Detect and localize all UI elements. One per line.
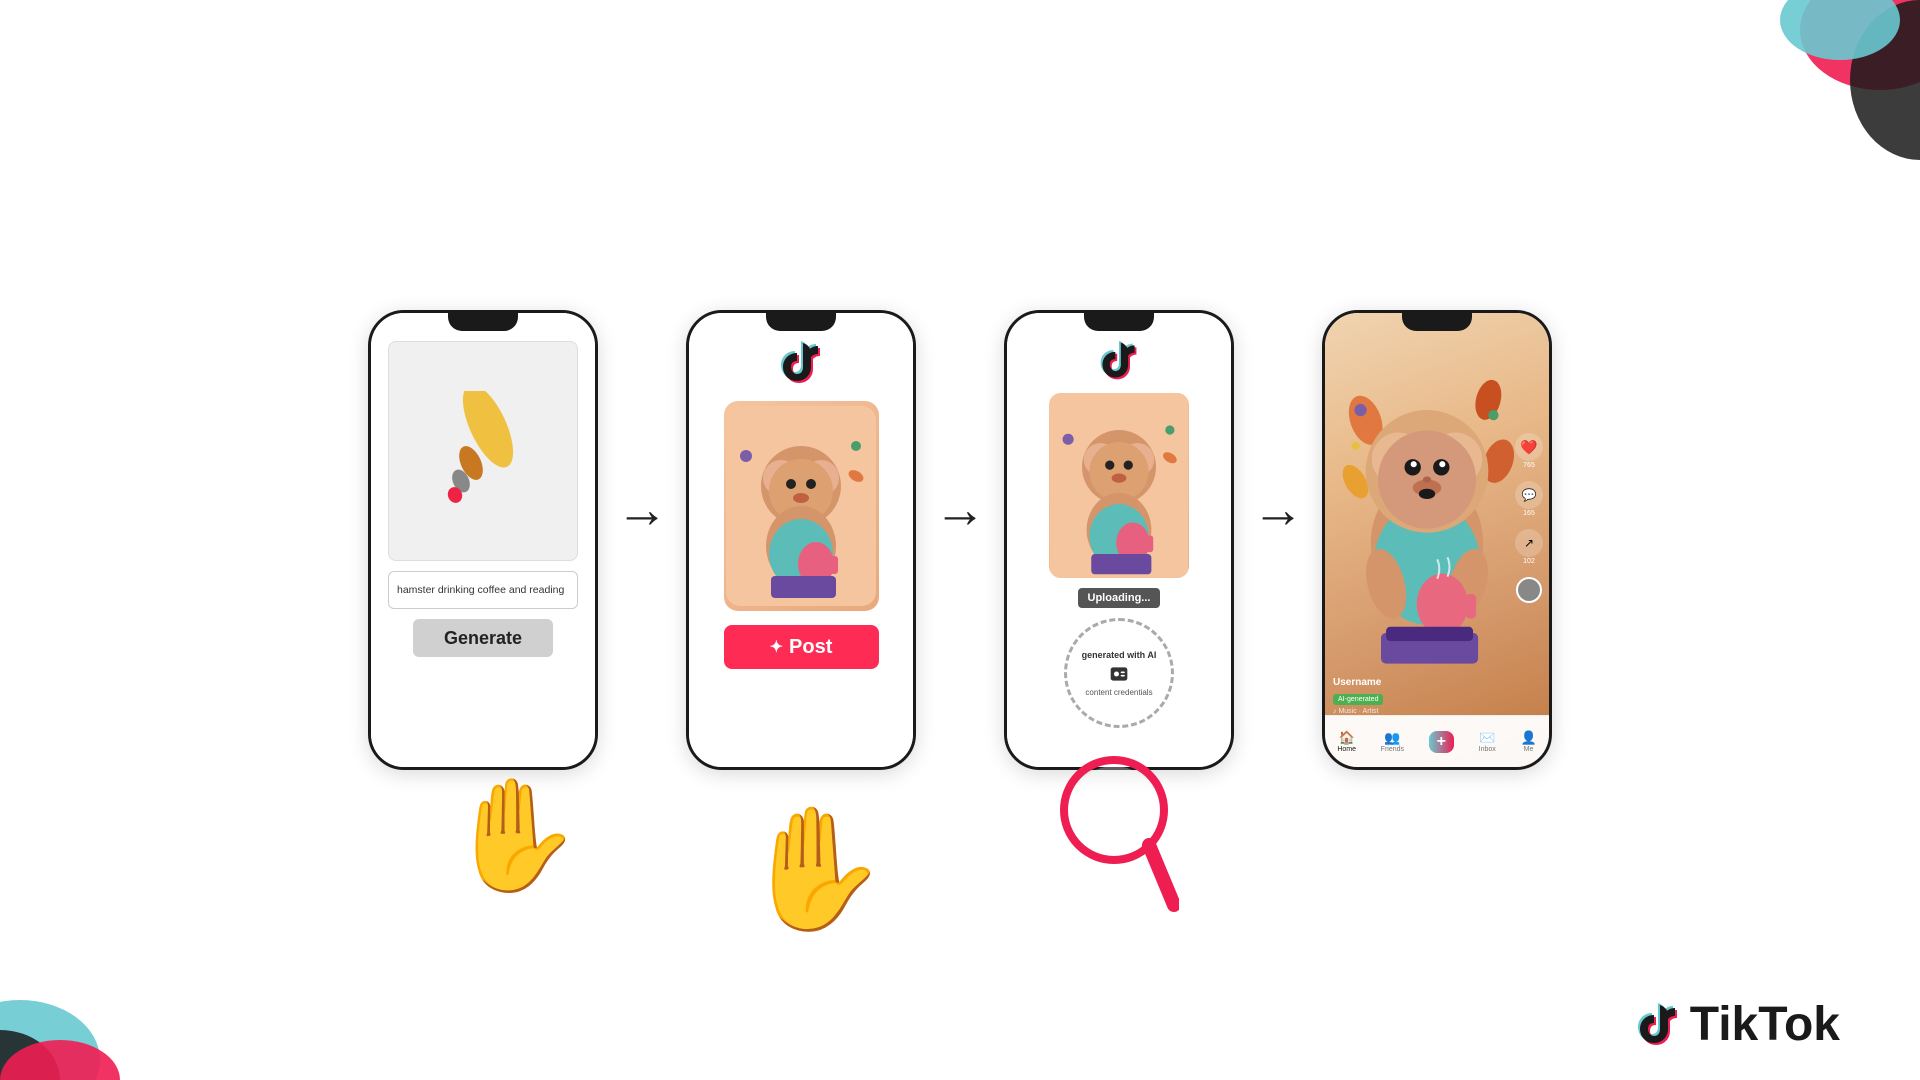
hamster-illustration-3 bbox=[1049, 393, 1189, 578]
phone-1: hamster drinking coffee and reading Gene… bbox=[368, 310, 598, 770]
tiktok-brand: TikTok bbox=[1634, 997, 1840, 1052]
hamster-full-image bbox=[1335, 333, 1519, 712]
phone-4: ❤️ 765 💬 165 ↗ 102 Username bbox=[1322, 310, 1552, 770]
step-1-wrapper: hamster drinking coffee and reading Gene… bbox=[368, 310, 598, 770]
uploading-badge: Uploading... bbox=[1078, 588, 1161, 608]
tiktok-logo-2 bbox=[777, 339, 825, 387]
phone-2: ✦ Post bbox=[686, 310, 916, 770]
ai-generated-tag: AI-generated bbox=[1333, 694, 1383, 705]
hamster-illustration-2 bbox=[726, 406, 876, 606]
tiktok-brand-text: TikTok bbox=[1690, 997, 1840, 1052]
nav-inbox[interactable]: ✉️ Inbox bbox=[1479, 730, 1496, 753]
hamster-image-3 bbox=[1049, 393, 1189, 578]
prompt-input[interactable]: hamster drinking coffee and reading bbox=[388, 571, 578, 609]
step-2-wrapper: ✦ Post ✋ bbox=[686, 310, 916, 770]
phone-3: Uploading... generated with AI content c… bbox=[1004, 310, 1234, 770]
paintbrush-icon bbox=[433, 391, 533, 511]
post-button[interactable]: ✦ Post bbox=[724, 625, 879, 669]
bottom-nav: 🏠 Home 👥 Friends + ✉️ Inbox 👤 Me bbox=[1325, 715, 1549, 767]
step-3-wrapper: Uploading... generated with AI content c… bbox=[1004, 310, 1234, 770]
avatar-circle bbox=[1516, 577, 1542, 603]
nav-me[interactable]: 👤 Me bbox=[1520, 730, 1536, 753]
video-info: Username AI-generated ♪ Music · Artist bbox=[1333, 677, 1509, 715]
arrow-2: → bbox=[934, 480, 986, 540]
step-4-wrapper: ❤️ 765 💬 165 ↗ 102 Username bbox=[1322, 310, 1552, 770]
generate-button[interactable]: Generate bbox=[413, 619, 553, 657]
content-credentials-icon bbox=[1109, 664, 1129, 684]
prompt-text: hamster drinking coffee and reading bbox=[397, 584, 564, 596]
hamster-image-2 bbox=[724, 401, 879, 611]
music-label: ♪ Music · Artist bbox=[1333, 708, 1509, 715]
bottom-left-decoration bbox=[0, 900, 220, 1080]
tiktok-logo-3 bbox=[1097, 339, 1141, 383]
ai-canvas bbox=[388, 341, 578, 561]
magnifying-glass bbox=[1059, 755, 1179, 920]
hamster-large bbox=[1335, 333, 1519, 712]
nav-home[interactable]: 🏠 Home bbox=[1337, 730, 1356, 753]
main-content: hamster drinking coffee and reading Gene… bbox=[0, 0, 1920, 1080]
arrow-1: → bbox=[616, 480, 668, 540]
username-label: Username bbox=[1333, 677, 1509, 688]
top-right-decoration bbox=[1680, 0, 1920, 200]
hand-1: ✋ bbox=[446, 771, 583, 900]
share-action[interactable]: ↗ 102 bbox=[1515, 529, 1543, 565]
nav-plus[interactable]: + bbox=[1429, 731, 1454, 753]
comment-action[interactable]: 💬 165 bbox=[1515, 481, 1543, 517]
nav-friends[interactable]: 👥 Friends bbox=[1381, 730, 1404, 753]
hand-2: ✋ bbox=[740, 800, 889, 940]
like-action[interactable]: ❤️ 765 bbox=[1515, 433, 1543, 469]
tiktok-brand-icon bbox=[1634, 1001, 1682, 1049]
arrow-3: → bbox=[1252, 480, 1304, 540]
tiktok-sidebar: ❤️ 765 💬 165 ↗ 102 bbox=[1515, 433, 1543, 603]
content-credentials-badge: generated with AI content credentials bbox=[1064, 618, 1174, 728]
